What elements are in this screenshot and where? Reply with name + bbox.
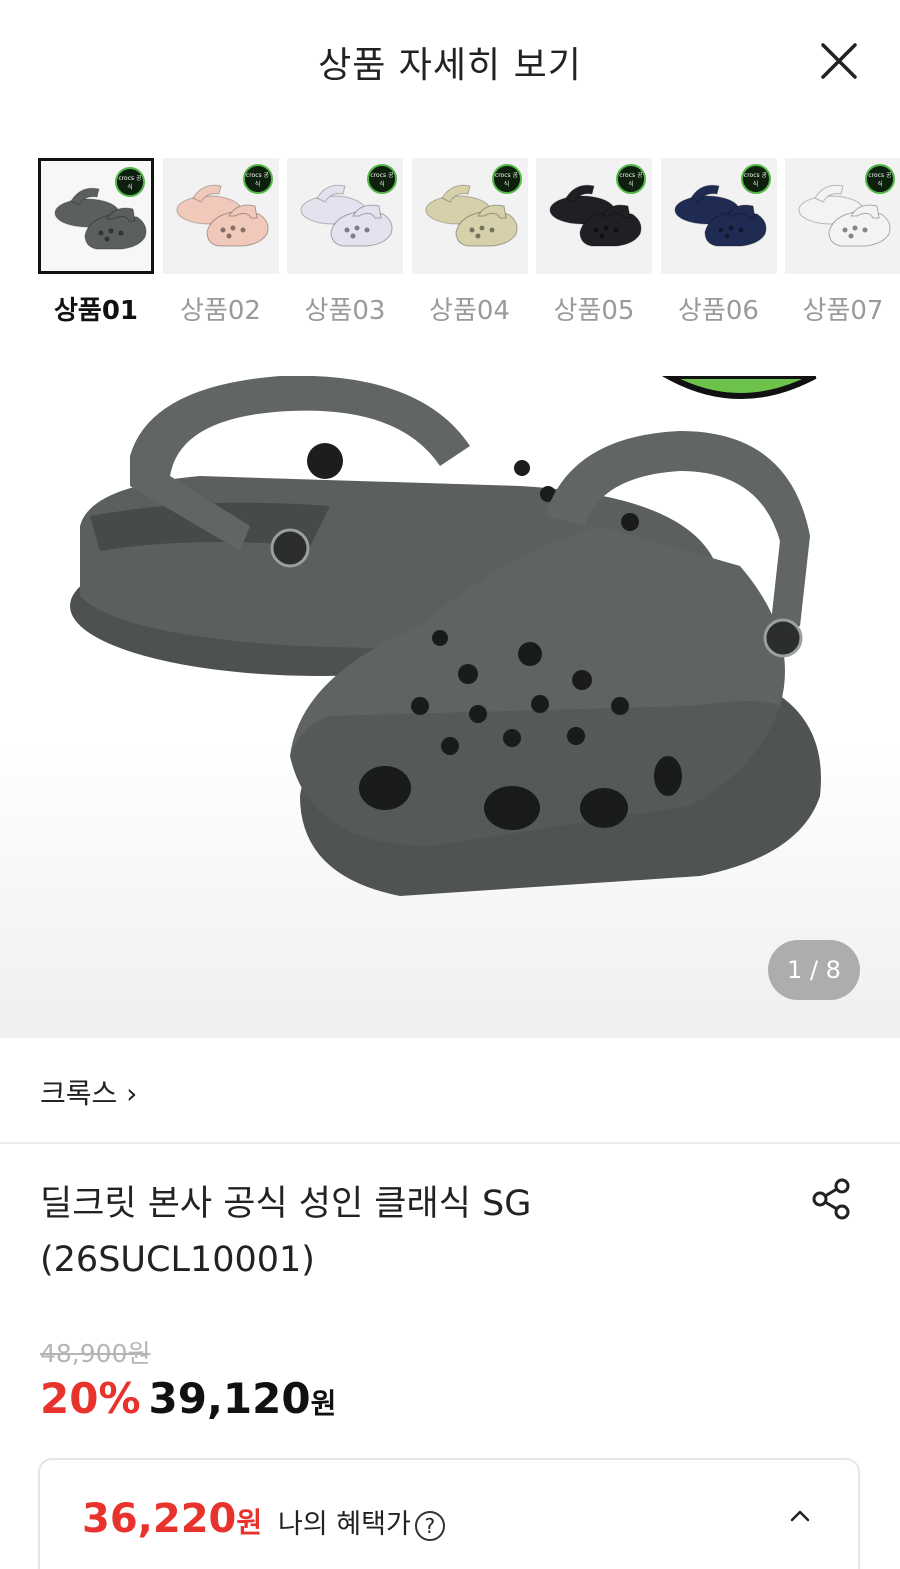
official-badge-icon: crocs 공식 [367, 164, 397, 194]
share-icon [812, 1178, 850, 1220]
price-row: 20% 39,120원 [40, 1374, 336, 1430]
thumbnail-item[interactable]: crocs 공식상품05 [536, 158, 652, 327]
chevron-up-icon [790, 1510, 810, 1522]
brand-link[interactable]: 크록스 › [40, 1072, 137, 1112]
thumbnail-label: 상품06 [678, 296, 759, 326]
official-badge-icon: crocs 공식 [740, 164, 771, 194]
thumbnail-label: 상품02 [180, 296, 261, 326]
official-badge-icon: crocs 공식 [242, 164, 273, 194]
benefit-currency: 원 [236, 1506, 263, 1539]
official-badge-icon: crocs 공식 [491, 164, 522, 194]
brand-row: 크록스 › [0, 1038, 900, 1144]
thumbnail-item[interactable]: crocs 공식상품04 [411, 158, 528, 327]
thumbnail-label: 상품04 [429, 296, 510, 326]
benefit-label-text: 나의 혜택가 [278, 1509, 411, 1540]
share-button[interactable] [806, 1174, 856, 1224]
product-hero-image[interactable]: 1 / 8 [0, 376, 900, 1038]
image-pager: 1 / 8 [768, 940, 860, 1000]
thumbnail-label: 상품03 [304, 296, 386, 326]
thumbnail-image: crocs 공식 [162, 158, 279, 274]
thumbnail-image: crocs 공식 [536, 158, 652, 274]
thumbnail-item[interactable]: crocs 공식상품02 [162, 158, 279, 327]
benefit-label: 나의 혜택가? [278, 1502, 445, 1541]
help-icon[interactable]: ? [414, 1510, 445, 1541]
product-title: 딜크릿 본사 공식 성인 클래식 SG (26SUCL10001) [40, 1184, 532, 1280]
thumbnail-image: crocs 공식 [785, 158, 900, 274]
close-button[interactable] [818, 40, 860, 82]
close-icon [821, 43, 857, 79]
thumbnail-label: 상품05 [553, 296, 635, 326]
benefit-price: 36,220원 [82, 1496, 262, 1542]
thumbnail-label: 상품07 [802, 296, 884, 326]
sale-currency: 원 [310, 1387, 337, 1420]
clog-image [70, 376, 821, 896]
official-badge-icon: crocs 공식 [865, 164, 895, 194]
thumbnail-item[interactable]: crocs 공식상품03 [287, 158, 403, 327]
thumbnail-item[interactable]: crocs 공식상품01 [38, 158, 154, 327]
benefit-price-box[interactable]: 36,220원 나의 혜택가? [38, 1458, 860, 1569]
thumbnail-image: crocs 공식 [660, 158, 777, 274]
thumbnail-item[interactable]: crocs 공식상품07 [785, 158, 900, 327]
benefit-price-value: 36,220 [82, 1496, 237, 1542]
thumbnail-strip: crocs 공식 상품01 crocs 공식 상품02 crocs 공식 상품03 croc… [38, 158, 900, 328]
thumbnail-image: crocs 공식 [287, 158, 403, 274]
header: 상품 자세히 보기 [0, 0, 900, 120]
page-title: 상품 자세히 보기 [318, 45, 582, 86]
thumbnail-image: crocs 공식 [411, 158, 528, 274]
thumbnail-label: 상품01 [53, 296, 139, 326]
official-badge-icon: crocs 공식 [115, 167, 145, 197]
thumbnail-item[interactable]: crocs 공식상품06 [660, 158, 777, 327]
expand-toggle[interactable] [788, 1506, 812, 1526]
sale-price: 39,120 [148, 1374, 311, 1423]
official-badge-icon: crocs 공식 [616, 164, 646, 194]
original-price: 48,900원 [40, 1339, 151, 1368]
discount-rate: 20% [40, 1374, 141, 1423]
thumbnail-image: crocs 공식 [38, 158, 154, 274]
